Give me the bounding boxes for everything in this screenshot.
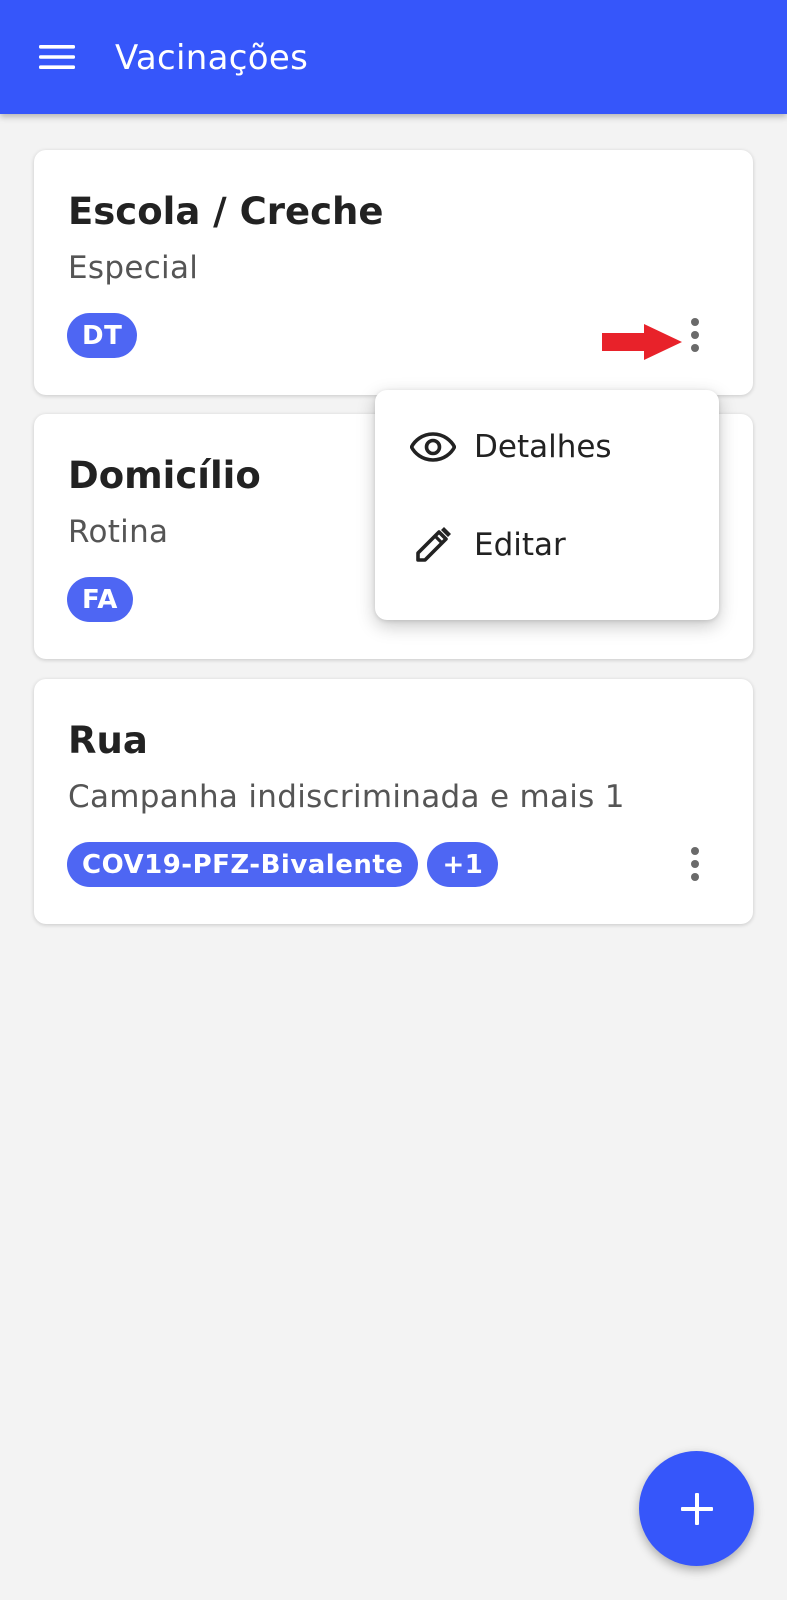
add-vaccination-fab[interactable] xyxy=(639,1451,754,1566)
menu-item-edit[interactable]: Editar xyxy=(375,496,719,594)
more-options-button[interactable] xyxy=(675,842,715,886)
menu-button[interactable] xyxy=(30,34,84,80)
chip-group: DT xyxy=(67,313,138,358)
more-vertical-icon xyxy=(691,318,699,352)
chip-group: COV19-PFZ-Bivalente +1 xyxy=(67,842,499,887)
vaccine-chip: DT xyxy=(67,313,138,358)
app-bar: Vacinações xyxy=(0,0,787,114)
card-subtitle: Rotina xyxy=(68,514,169,550)
menu-item-label: Editar xyxy=(474,527,566,563)
more-vaccines-chip: +1 xyxy=(427,842,499,887)
card-subtitle: Campanha indiscriminada e mais 1 xyxy=(68,779,625,815)
eye-icon xyxy=(409,423,457,471)
vaccine-chip: FA xyxy=(67,577,133,622)
menu-item-label: Detalhes xyxy=(474,429,612,465)
more-vertical-icon xyxy=(691,847,699,881)
card-title: Rua xyxy=(68,719,148,762)
vaccine-chip: COV19-PFZ-Bivalente xyxy=(67,842,419,887)
context-menu: Detalhes Editar xyxy=(375,390,719,620)
pencil-icon xyxy=(409,521,457,569)
hamburger-menu-icon xyxy=(39,45,75,69)
page-title: Vacinações xyxy=(115,38,309,78)
plus-icon xyxy=(680,1492,713,1525)
card-subtitle: Especial xyxy=(68,250,199,286)
menu-item-details[interactable]: Detalhes xyxy=(375,398,719,496)
chip-group: FA xyxy=(67,577,133,622)
card-title: Domicílio xyxy=(68,454,261,497)
card-title: Escola / Creche xyxy=(68,190,384,233)
red-arrow-icon xyxy=(602,324,682,360)
vaccination-card[interactable]: Rua Campanha indiscriminada e mais 1 COV… xyxy=(34,679,753,924)
